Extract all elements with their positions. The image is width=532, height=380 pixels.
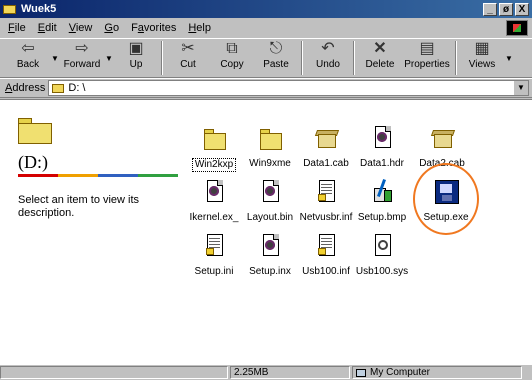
- file-item[interactable]: Ikernel.ex_: [182, 176, 246, 224]
- minimize-button[interactable]: _: [483, 2, 497, 16]
- back-button[interactable]: ⇦ Back: [6, 39, 50, 77]
- file-item[interactable]: Data1.hdr: [350, 122, 414, 170]
- delete-x-icon: ✕: [373, 40, 387, 57]
- toolbar-separator: [161, 41, 163, 75]
- explorer-window: Wuek5 _ ø X File Edit View Go Favorites …: [0, 0, 532, 380]
- address-label: Address: [5, 82, 46, 94]
- file-item[interactable]: Setup.exe: [414, 176, 478, 224]
- views-button[interactable]: ▦ Views: [460, 39, 504, 77]
- toolbar-separator: [353, 41, 355, 75]
- forward-dropdown-icon[interactable]: ▼: [104, 39, 114, 77]
- chevron-down-icon[interactable]: ▼: [513, 81, 528, 95]
- window-title: Wuek5: [21, 3, 57, 15]
- menu-go[interactable]: Go: [98, 22, 125, 34]
- address-bar: Address D: \ ▼: [0, 78, 532, 98]
- system-file-icon: [366, 230, 398, 262]
- menu-edit[interactable]: Edit: [32, 22, 63, 34]
- up-folder-icon: ▣: [128, 40, 144, 57]
- file-item[interactable]: Win9xme: [238, 122, 302, 170]
- toolbar-separator: [455, 41, 457, 75]
- text-doc-icon: [310, 176, 342, 208]
- setup-exe-icon: [430, 176, 462, 208]
- maximize-button[interactable]: ø: [499, 2, 513, 16]
- windows-logo-icon: [506, 20, 528, 36]
- file-item[interactable]: Setup.bmp: [350, 176, 414, 224]
- paint-icon: [366, 176, 398, 208]
- paste-button[interactable]: ⎋ Paste: [254, 39, 298, 77]
- forward-arrow-icon: ⇨: [75, 40, 89, 57]
- file-item[interactable]: Layout.bin: [238, 176, 302, 224]
- folder-icon: [52, 83, 65, 93]
- folder-icon: [254, 122, 286, 154]
- file-item[interactable]: Usb100.inf: [294, 230, 358, 278]
- file-item[interactable]: Data1.cab: [294, 122, 358, 170]
- views-dropdown-icon[interactable]: ▼: [504, 39, 514, 77]
- properties-button[interactable]: ▤ Properties: [402, 39, 452, 77]
- undo-icon: ↶: [321, 40, 335, 57]
- text-doc-icon: [310, 230, 342, 262]
- close-button[interactable]: X: [515, 2, 529, 16]
- copy-icon: ⧉: [226, 40, 238, 57]
- properties-icon: ▤: [419, 40, 435, 57]
- file-item[interactable]: Setup.inx: [238, 230, 302, 278]
- folder-view: (D:) Select an item to view its descript…: [0, 99, 532, 365]
- menu-favorites[interactable]: Favorites: [125, 22, 182, 34]
- doc-icon: [254, 176, 286, 208]
- doc-icon: [254, 230, 286, 262]
- cabinet-icon: [310, 122, 342, 154]
- undo-button[interactable]: ↶ Undo: [306, 39, 350, 77]
- up-button[interactable]: ▣ Up: [114, 39, 158, 77]
- back-dropdown-icon[interactable]: ▼: [50, 39, 60, 77]
- back-arrow-icon: ⇦: [21, 40, 35, 57]
- scissors-icon: ✂: [181, 40, 195, 57]
- title-bar[interactable]: Wuek5 _ ø X: [0, 0, 532, 18]
- clipboard-icon: ⎋: [269, 40, 283, 57]
- text-doc-icon: [198, 230, 230, 262]
- file-item[interactable]: Netvusbr.inf: [294, 176, 358, 224]
- web-view-pane: (D:) Select an item to view its descript…: [0, 100, 180, 364]
- menu-bar: File Edit View Go Favorites Help: [0, 19, 532, 37]
- folder-icon: [3, 3, 17, 15]
- views-icon: ▦: [474, 40, 490, 57]
- file-item[interactable]: Win2kxp: [182, 122, 246, 172]
- drive-title: (D:): [18, 152, 48, 172]
- status-bar: 2.25MB My Computer: [0, 366, 532, 380]
- cabinet-icon: [426, 122, 458, 154]
- file-item[interactable]: Setup.ini: [182, 230, 246, 278]
- doc-icon: [198, 176, 230, 208]
- file-item[interactable]: Usb100.sys: [350, 230, 414, 278]
- toolbar-separator: [301, 41, 303, 75]
- copy-button[interactable]: ⧉ Copy: [210, 39, 254, 77]
- menu-help[interactable]: Help: [182, 22, 217, 34]
- status-location: My Computer: [352, 366, 522, 379]
- forward-button[interactable]: ⇨ Forward: [60, 39, 104, 77]
- computer-icon: [356, 368, 366, 377]
- address-value: D: \: [68, 82, 86, 94]
- description-text: Select an item to view its description.: [18, 194, 140, 219]
- divider: [18, 174, 178, 177]
- delete-button[interactable]: ✕ Delete: [358, 39, 402, 77]
- address-field[interactable]: D: \ ▼: [48, 80, 529, 96]
- folder-icon: [198, 122, 230, 154]
- doc-icon: [366, 122, 398, 154]
- cut-button[interactable]: ✂ Cut: [166, 39, 210, 77]
- drive-folder-icon: [18, 118, 52, 144]
- status-size: 2.25MB: [230, 366, 350, 379]
- toolbar: ⇦ Back ▼ ⇨ Forward ▼ ▣ Up ✂ Cut ⧉ Copy ⎋…: [0, 38, 532, 78]
- file-item[interactable]: Data2.cab: [410, 122, 474, 170]
- menu-file[interactable]: File: [0, 22, 32, 34]
- status-message: [0, 366, 228, 379]
- menu-view[interactable]: View: [63, 22, 99, 34]
